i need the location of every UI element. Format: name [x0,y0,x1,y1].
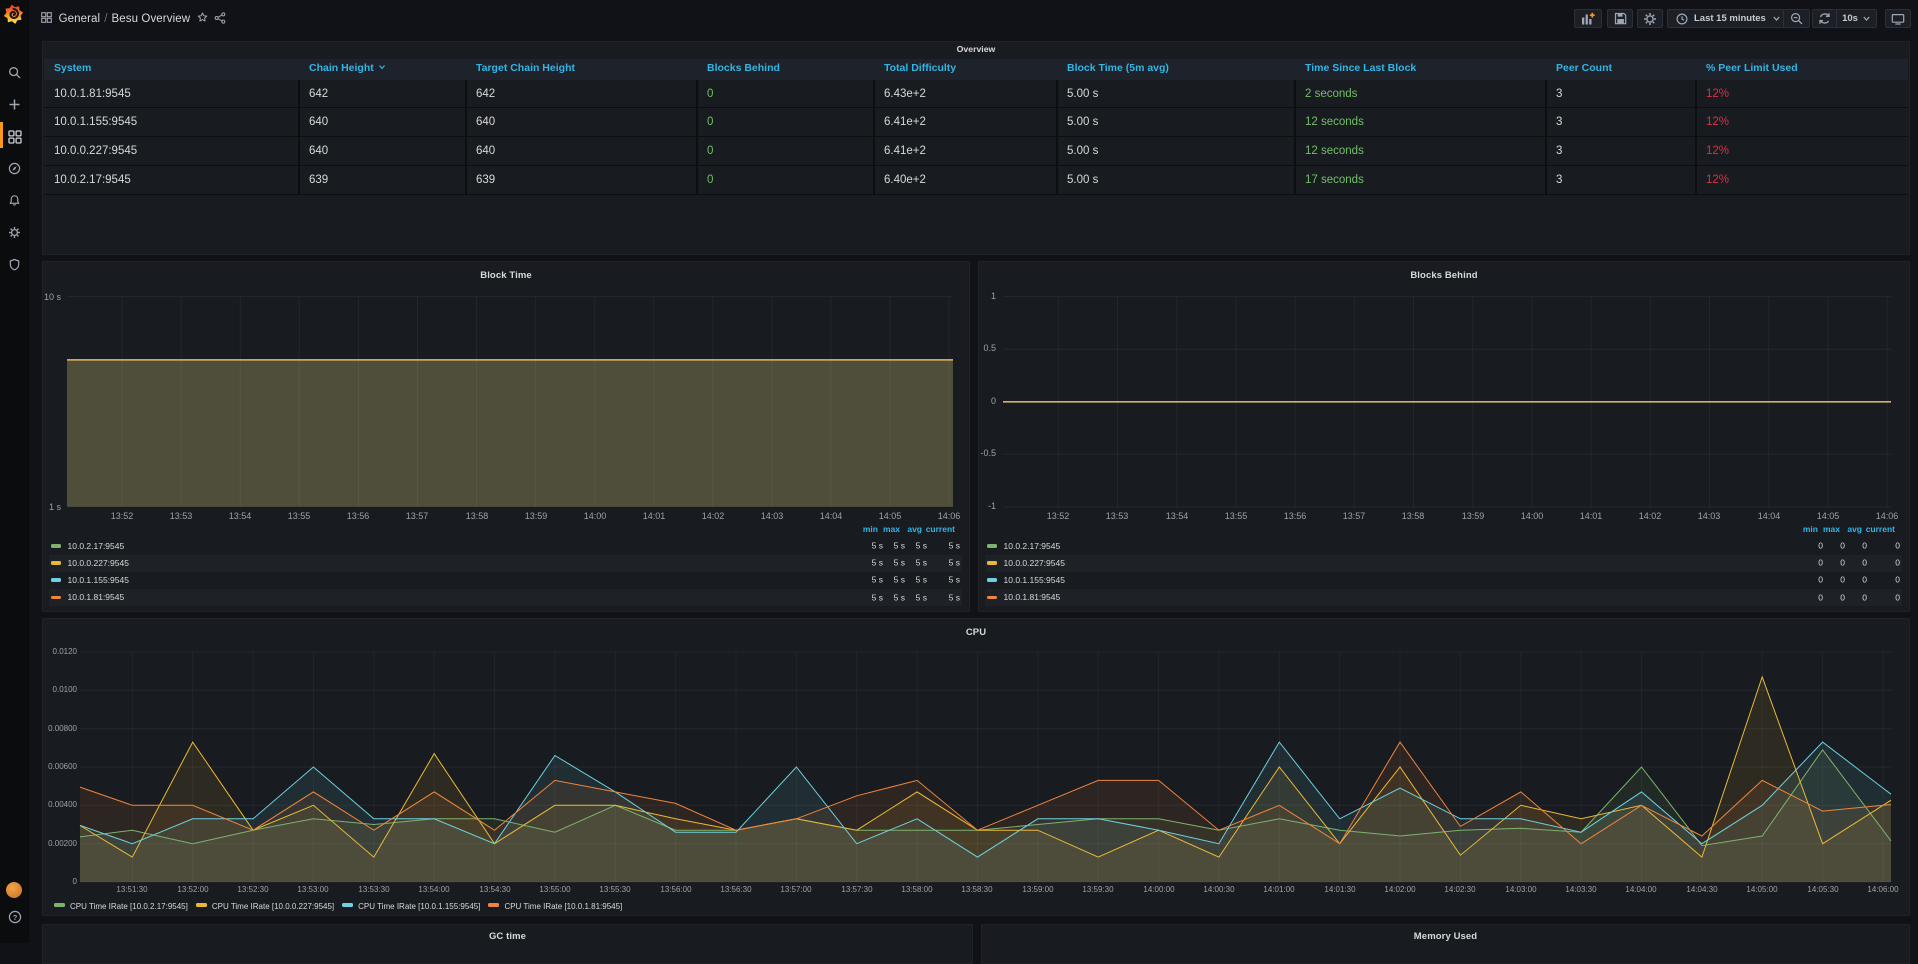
svg-text:?: ? [12,913,17,922]
